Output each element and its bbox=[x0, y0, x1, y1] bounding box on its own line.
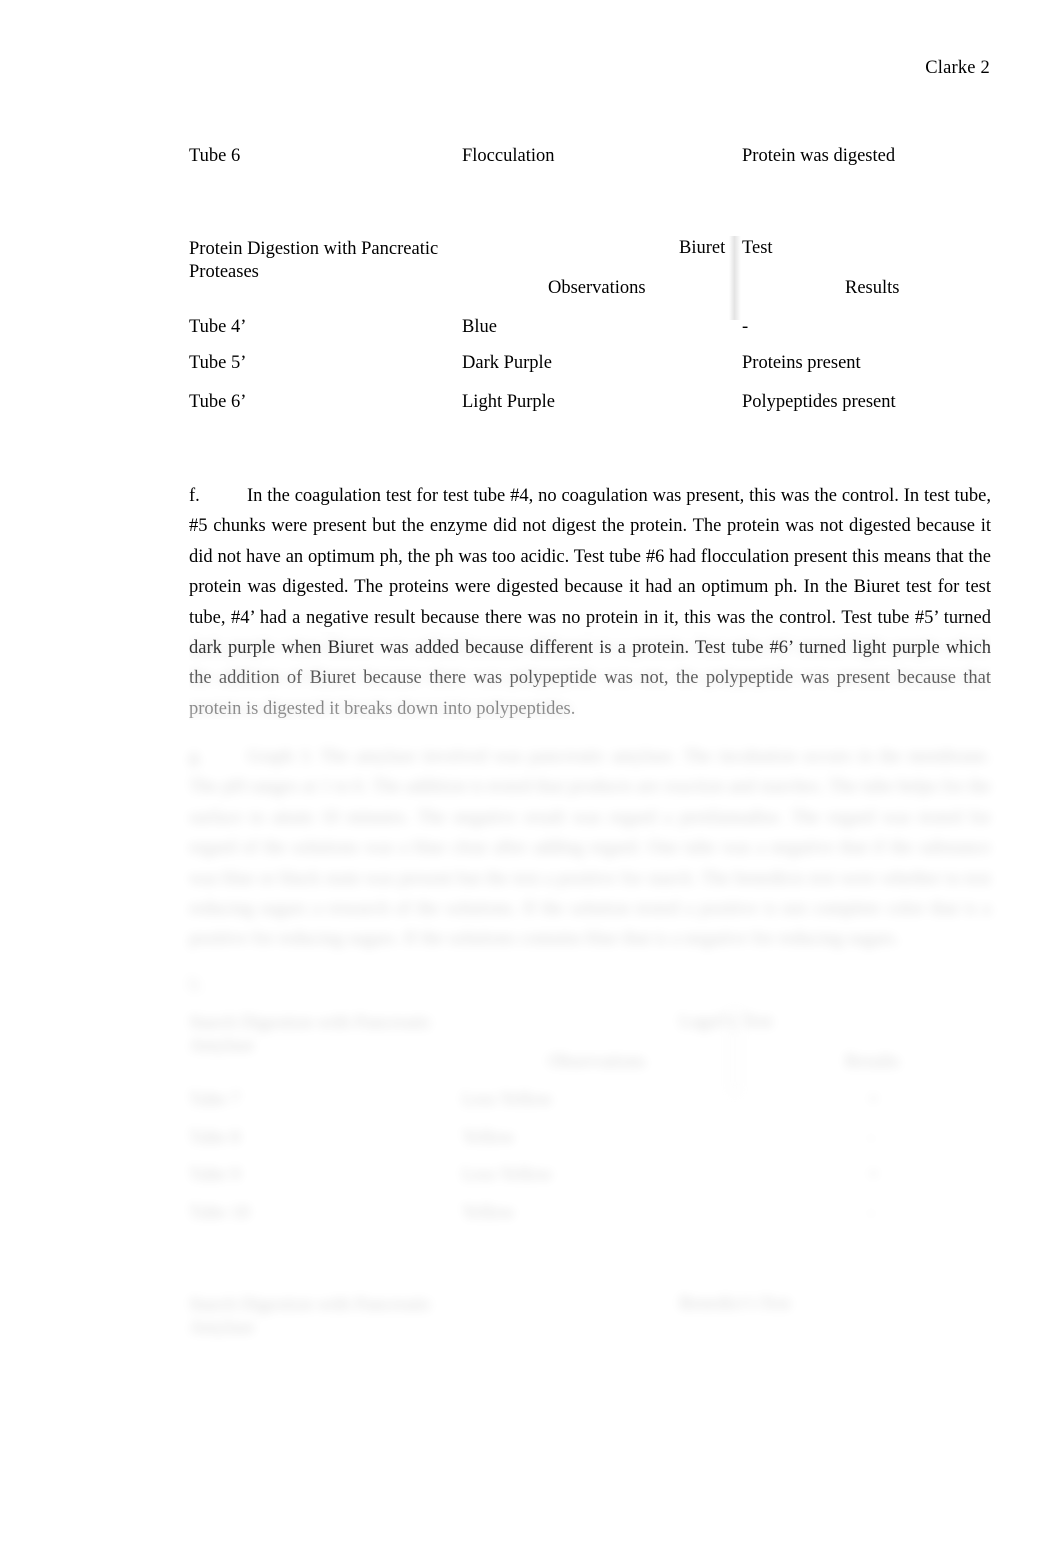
cell-result: - bbox=[868, 1203, 875, 1223]
list-marker-h: h. bbox=[189, 975, 203, 995]
cell-tube: Tube 9 bbox=[189, 1165, 241, 1185]
paragraph-g-text: Graph 3. The amylase involved was pancre… bbox=[189, 747, 991, 950]
cell-tube: Tube 8 bbox=[189, 1128, 241, 1148]
column-header-results: Results bbox=[845, 1052, 900, 1072]
cell-observation: Dark Purple bbox=[462, 353, 552, 373]
cell-result: - bbox=[742, 317, 749, 337]
cell-observation: Flocculation bbox=[462, 146, 555, 166]
table-cell-divider bbox=[729, 236, 741, 320]
cell-result: Polypeptides present bbox=[742, 392, 896, 412]
column-header-observations: Observations bbox=[548, 1052, 646, 1072]
cell-tube: Tube 6 bbox=[189, 146, 241, 166]
cell-observation: Less Yellow bbox=[462, 1165, 553, 1185]
list-marker-g: g. bbox=[189, 747, 203, 767]
cell-result: + bbox=[868, 1090, 879, 1110]
table-biuret-test-label-b: Test bbox=[742, 238, 773, 258]
table-biuret-test-label-a: Biuret bbox=[679, 238, 726, 258]
paragraph-h: h. bbox=[189, 970, 991, 1000]
cell-result: + bbox=[868, 1165, 879, 1185]
table-benedicts-test-label-b: Test bbox=[760, 1294, 791, 1314]
cell-tube: Tube 6’ bbox=[189, 392, 247, 412]
cell-tube: Tube 7 bbox=[189, 1090, 241, 1110]
cell-tube: Tube 4’ bbox=[189, 317, 247, 337]
list-marker-f: f. bbox=[189, 486, 200, 506]
table-benedicts-title: Starch Digestion with Pancreatic Amylase bbox=[189, 1295, 433, 1338]
column-header-results: Results bbox=[845, 278, 900, 298]
table-benedicts-test-label-a: Benedict’s bbox=[679, 1294, 758, 1314]
cell-tube: Tube 5’ bbox=[189, 353, 247, 373]
paragraph-f-degraded-text: In the coagulation test for test tube #4… bbox=[189, 638, 991, 719]
table-biuret-title: Protein Digestion with Pancreatic Protea… bbox=[189, 239, 439, 282]
cell-result: - bbox=[868, 1128, 875, 1148]
cell-observation: Yellow bbox=[462, 1203, 515, 1223]
cell-result: Protein was digested bbox=[742, 146, 896, 166]
cell-observation: Yellow bbox=[462, 1128, 515, 1148]
table-lugols-test-label-b: Test bbox=[742, 1012, 773, 1032]
column-header-observations: Observations bbox=[548, 278, 646, 298]
page-header: Clarke 2 bbox=[925, 58, 990, 78]
cell-observation: Light Purple bbox=[462, 392, 556, 412]
paragraph-f-degraded-region: In the coagulation test for test tube #4… bbox=[189, 632, 991, 720]
paragraph-g: g. Graph 3. The amylase involved was panc… bbox=[189, 742, 991, 955]
table-lugols-title: Starch Digestion with Pancreatic Amylase bbox=[189, 1013, 433, 1056]
cell-observation: Blue bbox=[462, 317, 497, 337]
cell-observation: Less Yellow bbox=[462, 1090, 553, 1110]
cell-tube: Tube 10 bbox=[189, 1203, 250, 1223]
document-page: Clarke 2 Tube 6 Flocculation Protein was… bbox=[0, 0, 1062, 1556]
cell-result: Proteins present bbox=[742, 353, 861, 373]
table-lugols-test-label-a: Lugol’s bbox=[679, 1012, 736, 1032]
